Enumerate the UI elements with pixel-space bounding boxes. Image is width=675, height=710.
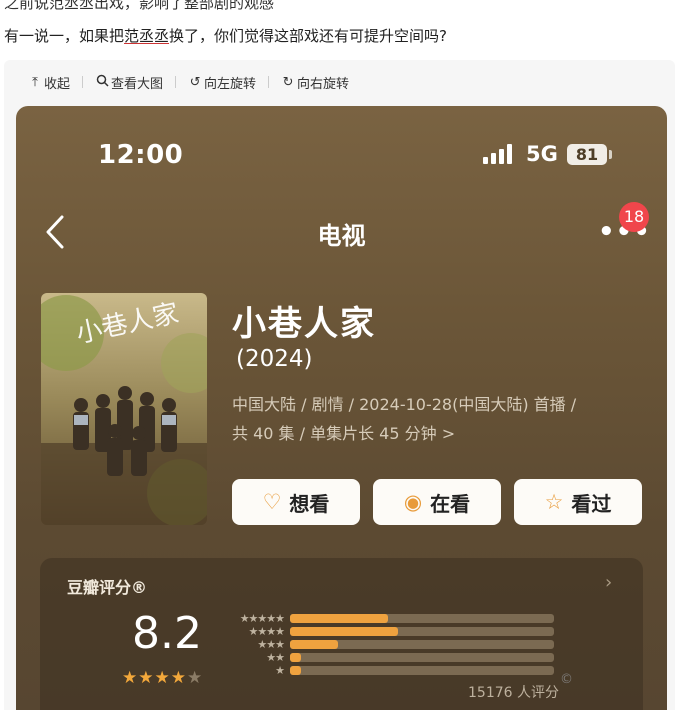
show-year: (2024) xyxy=(236,346,313,372)
watched-label: 看过 xyxy=(571,491,612,516)
star-icon: ★ xyxy=(138,668,155,688)
rating-distribution-row: ★★ xyxy=(228,650,554,664)
want-to-watch-button[interactable]: ♡ 想看 xyxy=(232,479,360,525)
rating-count: 15176 人评分 xyxy=(468,685,559,701)
viewer-toolbar: ⤒ 收起 查看大图 ↺ 向左旋转 ↻ 向右旋转 xyxy=(4,60,675,104)
rating-distribution-row: ★★★★★ xyxy=(228,611,554,625)
rating-stars: ★★★★★ xyxy=(122,668,203,688)
network-type: 5G xyxy=(526,142,558,166)
post-text-line-1: 之前说范丞丞出戏，影响了整部剧的观感 xyxy=(4,0,275,12)
post-text-segment: 换了，你们觉得这部戏还有可提升空间吗? xyxy=(169,27,447,45)
toolbar-divider xyxy=(82,76,84,88)
watching-label: 在看 xyxy=(430,491,471,516)
topic-link[interactable]: 范丞丞 xyxy=(124,27,169,45)
rating-distribution-row: ★★★★ xyxy=(228,624,554,638)
toolbar-divider xyxy=(268,76,270,88)
collapse-button[interactable]: ⤒ 收起 xyxy=(28,73,70,92)
post-text-line-2: 有一说一，如果把范丞丞换了，你们觉得这部戏还有可提升空间吗? xyxy=(4,25,447,46)
phone-screenshot: 12:00 5G 81 电视 ••• 18 小巷人家 小巷人家 (2024) 中… xyxy=(16,106,667,710)
rotate-left-icon: ↺ xyxy=(189,74,201,90)
rating-bar-fill xyxy=(290,639,338,649)
rotate-right-icon: ↻ xyxy=(282,74,294,90)
search-icon xyxy=(95,74,109,91)
status-time: 12:00 xyxy=(98,140,184,170)
rating-distribution-row: ★ xyxy=(228,663,554,677)
chevron-right-icon[interactable]: › xyxy=(605,572,612,593)
rating-bar-track xyxy=(290,652,554,662)
toolbar-divider xyxy=(175,76,177,88)
show-poster[interactable]: 小巷人家 xyxy=(41,293,207,525)
view-large-button[interactable]: 查看大图 xyxy=(95,73,163,92)
show-meta-line: 中国大陆 / 剧情 / 2024-10-28(中国大陆) 首播 / xyxy=(232,395,577,414)
rating-bar-fill xyxy=(290,626,399,636)
collapse-icon: ⤒ xyxy=(32,74,38,90)
page-title: 电视 xyxy=(317,222,366,250)
battery-tip xyxy=(609,150,612,159)
post-text-segment: 有一说一，如果把 xyxy=(4,27,125,45)
rating-label: 豆瓣评分® xyxy=(67,578,148,597)
star-icon: ★ xyxy=(170,668,187,688)
rating-card[interactable]: 豆瓣评分® › 8.2 ★★★★★ ★★★★★ ★★★★ ★★★ ★★ ★ 15176 … xyxy=(40,558,643,710)
star-level-icon: ★★★ xyxy=(257,637,285,651)
rotate-right-button[interactable]: ↻ 向右旋转 xyxy=(281,73,349,92)
rating-bar-fill xyxy=(290,665,301,675)
rating-distribution-row: ★★★ xyxy=(228,637,554,651)
battery-icon: 81 xyxy=(567,144,607,165)
star-level-icon: ★★★★ xyxy=(248,624,285,638)
star-level-icon: ★ xyxy=(275,663,285,677)
rating-bar-track xyxy=(290,626,554,636)
show-meta-line: 共 40 集 / 单集片长 45 分钟 > xyxy=(232,424,456,443)
watched-button[interactable]: ☆ 看过 xyxy=(514,479,642,525)
star-icon: ★ xyxy=(122,668,139,688)
watching-button[interactable]: ◉ 在看 xyxy=(373,479,501,525)
rotate-left-button[interactable]: ↺ 向左旋转 xyxy=(188,73,256,92)
show-title: 小巷人家 xyxy=(232,304,376,344)
rating-bar-track xyxy=(290,665,554,675)
star-icon: ☆ xyxy=(544,490,564,514)
rating-bar-track xyxy=(290,613,554,623)
show-meta[interactable]: 中国大陆 / 剧情 / 2024-10-28(中国大陆) 首播 / 共 40 集… xyxy=(232,390,632,448)
star-level-icon: ★★★★★ xyxy=(239,611,285,625)
want-label: 想看 xyxy=(289,491,330,516)
watermark: © xyxy=(560,672,573,687)
rating-score: 8.2 xyxy=(132,608,202,659)
view-large-label: 查看大图 xyxy=(111,76,164,92)
rating-bar-fill xyxy=(290,613,388,623)
heart-plus-icon: ♡ xyxy=(262,490,282,514)
notification-badge: 18 xyxy=(619,202,649,232)
signal-icon xyxy=(483,144,512,164)
star-icon: ★ xyxy=(187,668,204,688)
rotate-left-label: 向左旋转 xyxy=(204,76,257,92)
rating-bar-fill xyxy=(290,652,301,662)
rating-bar-track xyxy=(290,639,554,649)
rotate-right-label: 向右旋转 xyxy=(297,76,350,92)
collapse-label: 收起 xyxy=(44,76,71,92)
star-icon: ★ xyxy=(154,668,171,688)
watching-icon: ◉ xyxy=(403,490,423,514)
star-level-icon: ★★ xyxy=(266,650,285,664)
